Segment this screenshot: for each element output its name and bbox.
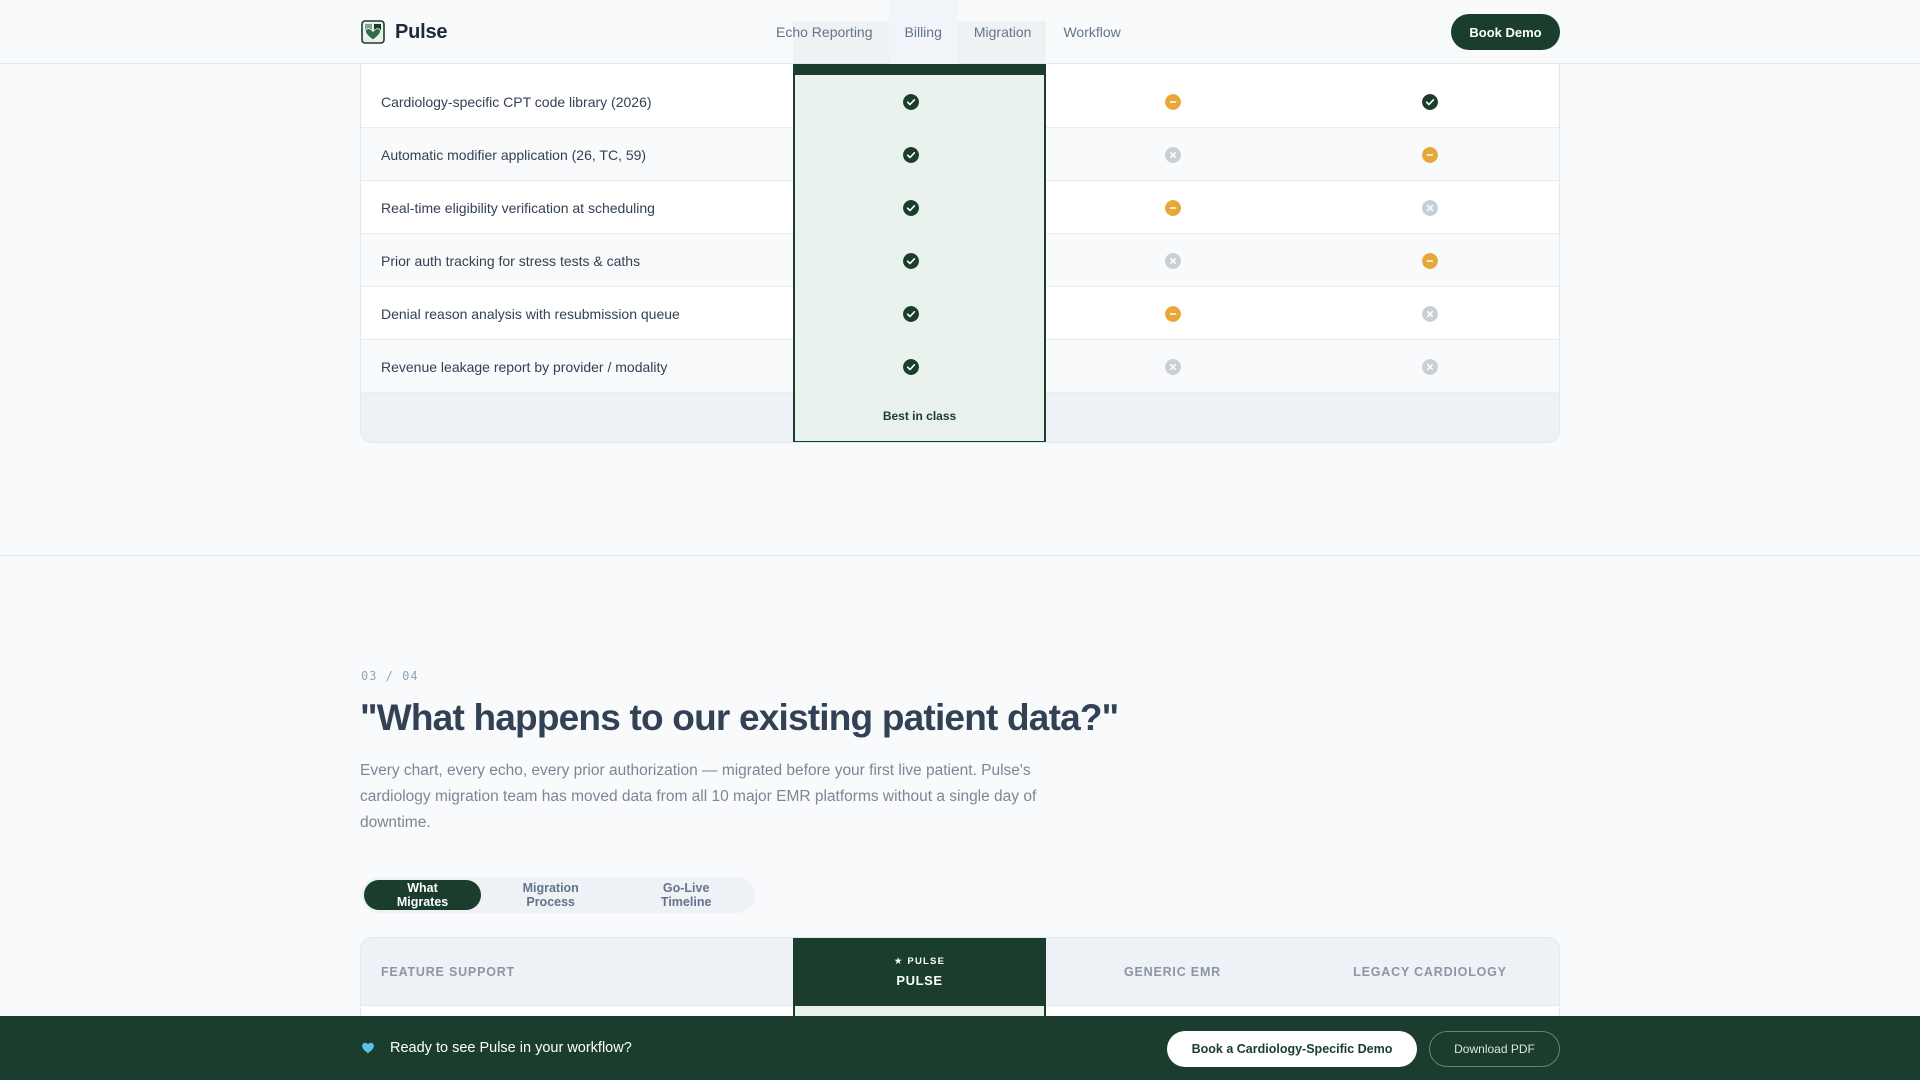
book-cardiology-demo-button[interactable]: Book a Cardiology-Specific Demo: [1167, 1031, 1417, 1067]
x-circle-icon: [1164, 358, 1181, 375]
section-description: Every chart, every echo, every prior aut…: [360, 762, 1037, 831]
tab-go-live-timeline[interactable]: Go-Live Timeline: [620, 880, 752, 910]
generic-status-cell: [1046, 234, 1299, 287]
feature-label: Denial reason analysis with resubmission…: [381, 305, 680, 322]
nav-migration[interactable]: Migration: [958, 0, 1048, 64]
partial-circle-icon: [1164, 199, 1181, 216]
pulse-status-cell: [903, 146, 919, 163]
nav-workflow[interactable]: Workflow: [1047, 0, 1136, 64]
pulse-status-cell: [903, 305, 919, 322]
sticky-cta-bar: Ready to see Pulse in your workflow? Boo…: [0, 1016, 1920, 1080]
pulse-logo-icon: [361, 20, 385, 44]
x-circle-icon: [1422, 358, 1438, 375]
legacy-status-cell: [1299, 340, 1559, 393]
nav-echo-reporting[interactable]: Echo Reporting: [760, 0, 889, 64]
pulse-highlight-column: Best in class: [793, 21, 1046, 442]
pulse-best-in-class-label: Best in class: [882, 409, 957, 423]
brand-name: Pulse: [395, 20, 448, 43]
check-circle-icon: [903, 199, 919, 216]
legacy-status-cell: [1299, 75, 1559, 128]
partial-circle-icon: [1164, 93, 1181, 110]
billing-comparison-table: Cardiology-specific CPT code library (20…: [360, 20, 1560, 443]
tab-migration-process[interactable]: Migration Process: [481, 880, 620, 910]
feature-label: Revenue leakage report by provider / mod…: [381, 358, 668, 375]
main-nav: Echo Reporting Billing Migration Workflo…: [760, 0, 1137, 64]
legacy-status-cell: [1299, 287, 1559, 340]
download-pdf-button[interactable]: Download PDF: [1429, 1031, 1560, 1067]
partial-circle-icon: [1422, 252, 1438, 269]
check-circle-icon: [903, 93, 919, 110]
tab-what-migrates[interactable]: What Migrates: [364, 880, 482, 910]
generic-status-cell: [1046, 128, 1299, 181]
check-circle-icon: [1422, 93, 1438, 110]
generic-status-cell: [1046, 75, 1299, 128]
col-header-generic-emr: GENERIC EMR: [1123, 965, 1221, 979]
x-circle-icon: [1164, 146, 1181, 163]
pulse-column-name: PULSE: [896, 973, 943, 988]
heart-icon: [362, 1042, 374, 1054]
site-header: Pulse Echo Reporting Billing Migration W…: [0, 0, 1920, 64]
partial-circle-icon: [1422, 146, 1438, 163]
section-number: 03 / 04: [361, 669, 419, 683]
generic-status-cell: [1046, 340, 1299, 393]
book-demo-button[interactable]: Book Demo: [1451, 14, 1560, 50]
col-header-legacy-cardiology: LEGACY CARDIOLOGY: [1353, 965, 1507, 979]
check-circle-icon: [903, 305, 919, 322]
col-header-pulse: ★ PULSE PULSE: [793, 938, 1046, 1006]
pulse-status-cell: [903, 93, 919, 110]
brand[interactable]: Pulse: [361, 20, 448, 44]
cta-text: Ready to see Pulse in your workflow?: [390, 1040, 632, 1056]
partial-circle-icon: [1164, 305, 1181, 322]
check-circle-icon: [903, 146, 919, 163]
check-circle-icon: [903, 252, 919, 269]
legacy-status-cell: [1299, 234, 1559, 287]
pulse-status-cell: [903, 252, 919, 269]
feature-label: Prior auth tracking for stress tests & c…: [381, 252, 641, 269]
section-title: "What happens to our existing patient da…: [360, 697, 1119, 738]
section-divider: [0, 555, 1920, 556]
check-circle-icon: [903, 358, 919, 375]
feature-label: Automatic modifier application (26, TC, …: [381, 146, 647, 163]
pulse-status-cell: [903, 199, 919, 216]
legacy-status-cell: [1299, 181, 1559, 234]
generic-status-cell: [1046, 181, 1299, 234]
x-circle-icon: [1422, 199, 1438, 216]
generic-status-cell: [1046, 287, 1299, 340]
x-circle-icon: [1422, 305, 1438, 322]
col-header-feature-support: FEATURE SUPPORT: [381, 965, 515, 979]
feature-label: Cardiology-specific CPT code library (20…: [381, 93, 652, 110]
x-circle-icon: [1164, 252, 1181, 269]
migration-tabs: What Migrates Migration Process Go-Live …: [361, 877, 755, 913]
pulse-badge: ★ PULSE: [893, 956, 946, 967]
pulse-status-cell: [903, 358, 919, 375]
nav-billing[interactable]: Billing: [888, 0, 958, 64]
feature-label: Real-time eligibility verification at sc…: [381, 199, 655, 216]
legacy-status-cell: [1299, 128, 1559, 181]
